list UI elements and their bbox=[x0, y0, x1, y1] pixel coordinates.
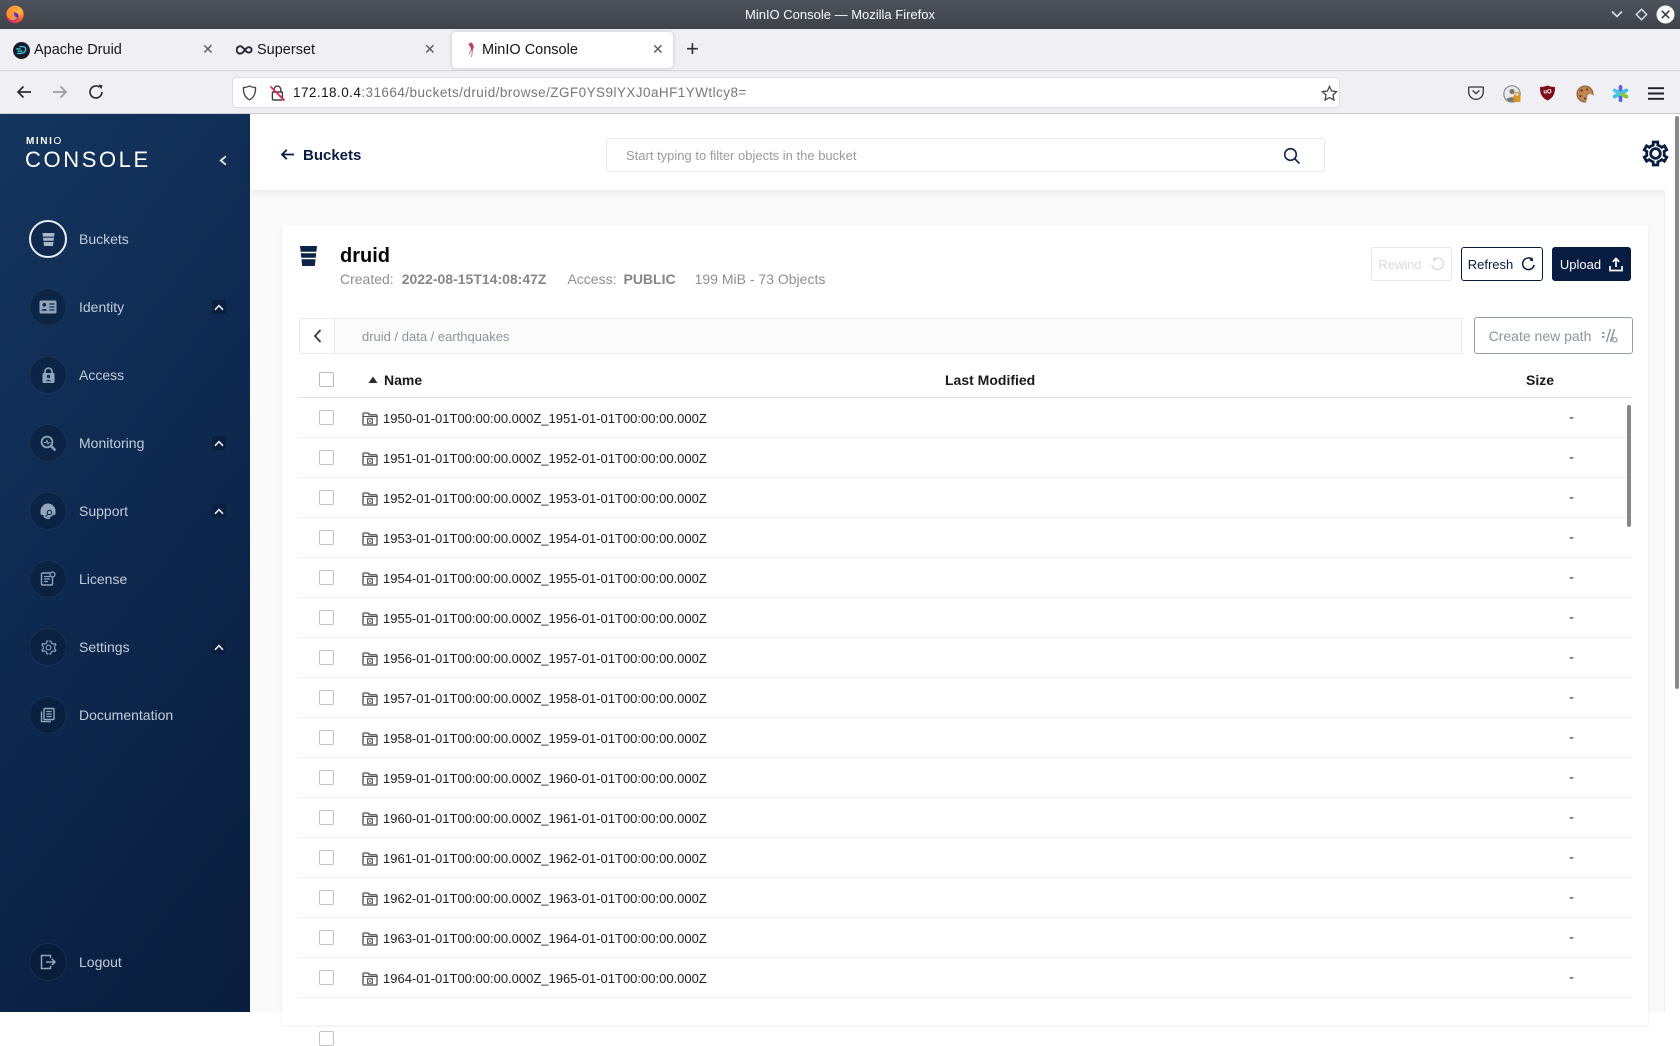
svg-text:uO: uO bbox=[1543, 90, 1552, 96]
